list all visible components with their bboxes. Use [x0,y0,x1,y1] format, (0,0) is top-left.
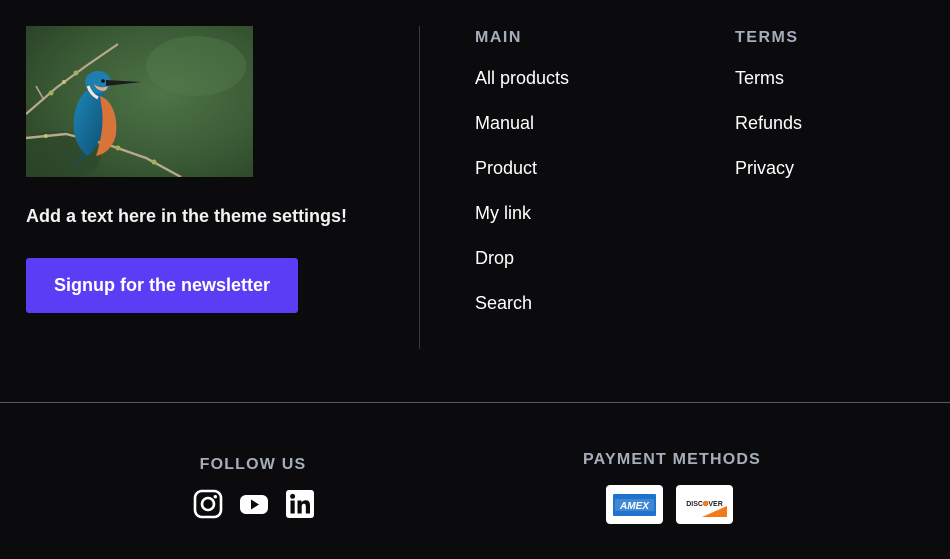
horizontal-divider [0,402,950,403]
linkedin-icon[interactable] [285,489,315,519]
brand-image [26,26,253,177]
newsletter-signup-button[interactable]: Signup for the newsletter [26,258,298,313]
instagram-icon[interactable] [193,489,223,519]
menu-link-my-link[interactable]: My link [475,203,531,223]
terms-menu: TERMS Terms Refunds Privacy [735,28,802,202]
menu-item: Privacy [735,157,802,202]
site-footer: Add a text here in the theme settings! S… [0,0,950,559]
vertical-divider [419,26,420,349]
follow-us-heading: FOLLOW US [199,456,307,473]
menu-item: All products [475,67,569,112]
menu-link-manual[interactable]: Manual [475,113,534,133]
menu-link-product[interactable]: Product [475,158,537,178]
payment-methods-heading: PAYMENT METHODS [583,451,762,468]
menu-item: Terms [735,67,802,112]
terms-menu-list: Terms Refunds Privacy [735,67,802,202]
menu-item: Search [475,292,569,337]
menu-link-search[interactable]: Search [475,293,532,313]
terms-menu-heading: TERMS [735,29,799,46]
amex-logo-text: AMEX [619,501,650,512]
menu-item: Refunds [735,112,802,157]
follow-us-section: FOLLOW US [193,456,313,474]
menu-item: Drop [475,247,569,292]
main-menu: MAIN All products Manual Product My link… [475,28,569,337]
menu-item: Product [475,157,569,202]
main-menu-list: All products Manual Product My link Drop… [475,67,569,337]
menu-link-privacy[interactable]: Privacy [735,158,794,178]
tagline: Add a text here in the theme settings! [26,206,348,226]
payment-cards: AMEX DISCOVER [606,485,733,524]
menu-link-refunds[interactable]: Refunds [735,113,802,133]
youtube-icon[interactable] [239,489,269,519]
payment-methods-section: PAYMENT METHODS [583,451,761,469]
menu-link-drop[interactable]: Drop [475,248,514,268]
menu-item: Manual [475,112,569,157]
main-menu-heading: MAIN [475,29,522,46]
menu-item: My link [475,202,569,247]
menu-link-terms[interactable]: Terms [735,68,784,88]
discover-icon: DISCOVER [676,485,733,524]
amex-icon: AMEX [606,485,663,524]
menu-link-all-products[interactable]: All products [475,68,569,88]
social-links [193,489,315,519]
